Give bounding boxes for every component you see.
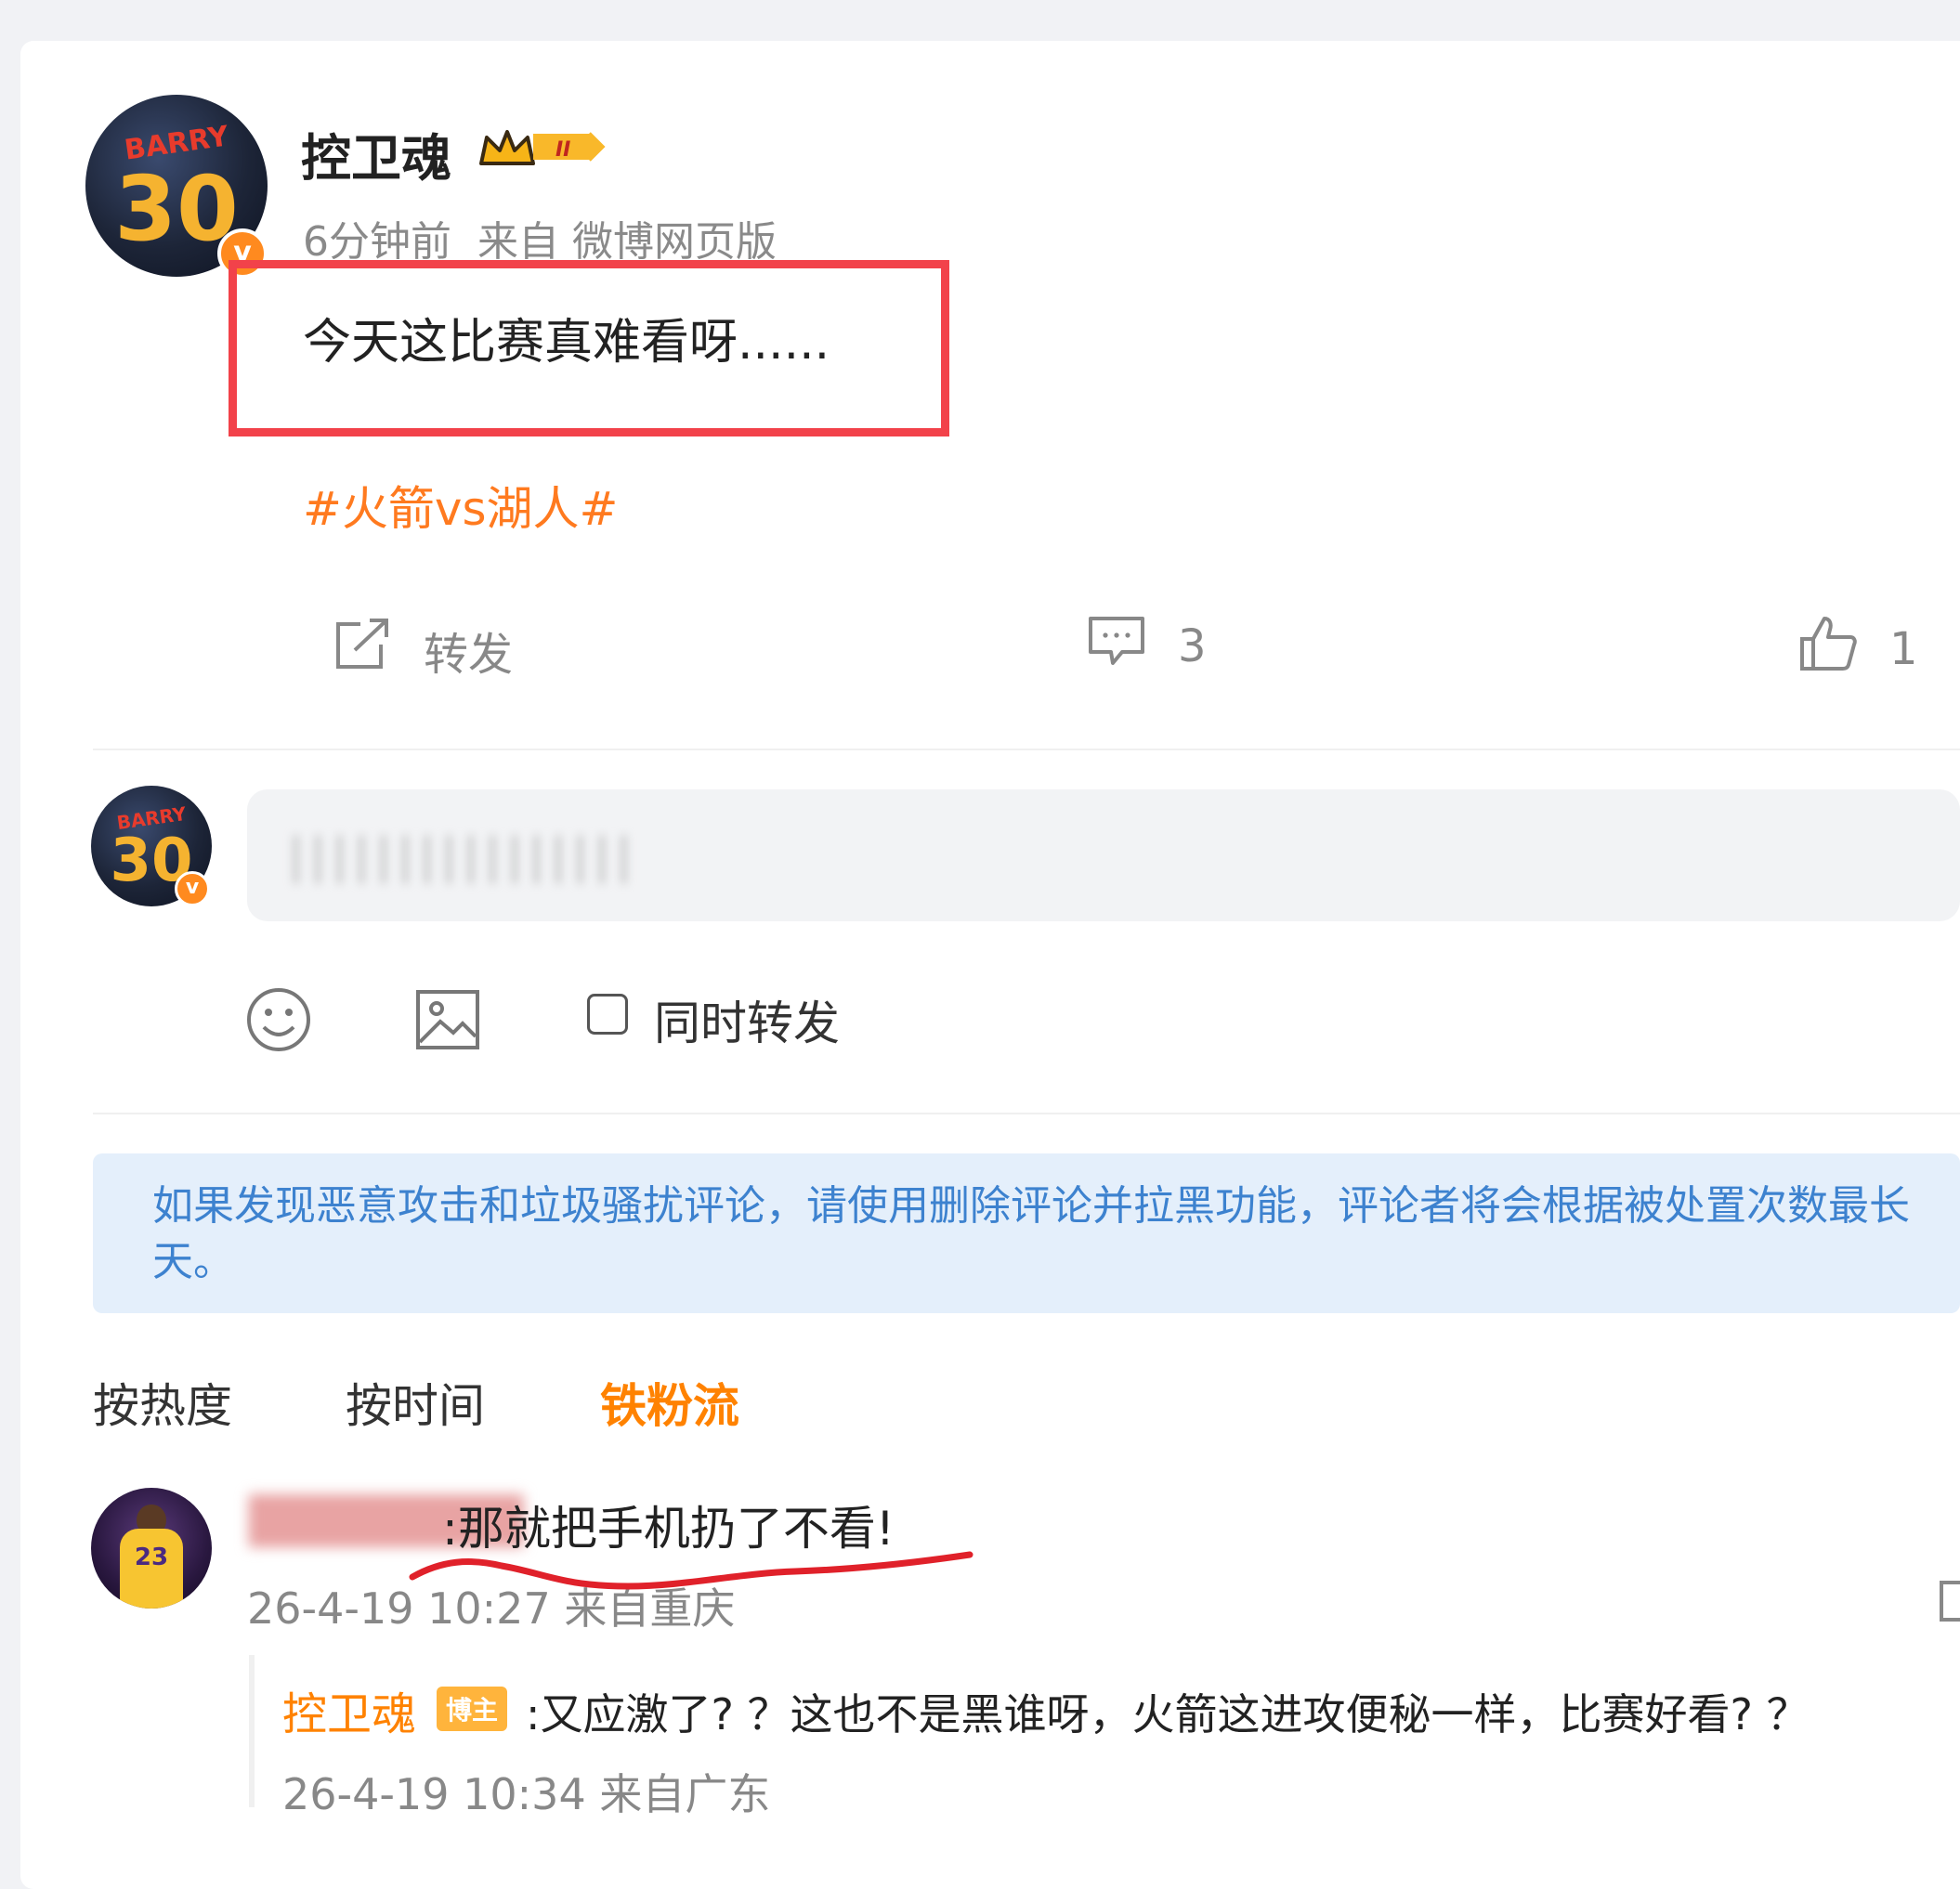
notice-line-1: 如果发现恶意攻击和垃圾骚扰评论，请使用删除评论并拉黑功能，评论者将会根据被处置次…: [152, 1182, 1910, 1230]
comment-count: 3: [1178, 620, 1207, 672]
repost-label: 转发: [424, 629, 514, 681]
avatar-jersey-number: 23: [134, 1543, 169, 1571]
repost-checkbox[interactable]: [587, 994, 628, 1035]
post-meta: 6分钟前 来自 微博网页版: [303, 218, 777, 266]
comment-input-placeholder: ||||||||||||||||: [288, 828, 638, 884]
tab-time[interactable]: 按时间: [346, 1369, 485, 1436]
verified-badge-icon: v: [175, 871, 210, 906]
vip-level-text: II: [555, 138, 570, 162]
reply-thread-bar: [249, 1655, 255, 1807]
vip-crown-badge-icon: II: [477, 124, 608, 169]
divider: [93, 1113, 1960, 1114]
image-upload-button[interactable]: [414, 986, 481, 1057]
thumbs-up-icon: [1798, 615, 1889, 684]
post-author-name[interactable]: 控卫魂: [301, 117, 451, 190]
divider: [93, 749, 1960, 750]
post-text: 今天这比赛真难看呀......: [303, 315, 830, 371]
commenter-avatar[interactable]: 23: [91, 1488, 212, 1609]
comment-button[interactable]: 3: [1087, 613, 1207, 680]
notice-line-2: 天。: [152, 1238, 234, 1285]
image-icon: [416, 990, 479, 1049]
reply-text: :又应激了? ？这也不是黑谁呀，火箭这进攻便秘一样，比赛好看? ？: [526, 1689, 1810, 1739]
comment-policy-notice: 如果发现恶意攻击和垃圾骚扰评论，请使用删除评论并拉黑功能，评论者将会根据被处置次…: [93, 1153, 1960, 1313]
comment-input[interactable]: ||||||||||||||||: [247, 789, 1960, 921]
share-icon: [333, 617, 424, 684]
reply-meta: 26-4-19 10:34 来自广东: [282, 1769, 771, 1819]
like-button[interactable]: 1: [1798, 615, 1918, 684]
topic-link[interactable]: #火箭vs湖人#: [303, 472, 618, 539]
host-badge: 博主: [437, 1687, 508, 1731]
comment-icon: [1087, 613, 1178, 680]
like-count: 1: [1889, 623, 1918, 675]
red-underline-annotation: [409, 1551, 973, 1590]
repost-button[interactable]: 转发: [333, 617, 513, 684]
emoji-button[interactable]: [245, 986, 312, 1057]
reply-author-name[interactable]: 控卫魂: [282, 1677, 416, 1742]
repost-checkbox-label: 同时转发: [654, 997, 840, 1050]
comment-like-icon[interactable]: [1940, 1581, 1960, 1622]
smiley-icon: [247, 988, 310, 1051]
tab-hot[interactable]: 按热度: [93, 1369, 232, 1436]
tab-fans[interactable]: 铁粉流: [600, 1369, 739, 1436]
